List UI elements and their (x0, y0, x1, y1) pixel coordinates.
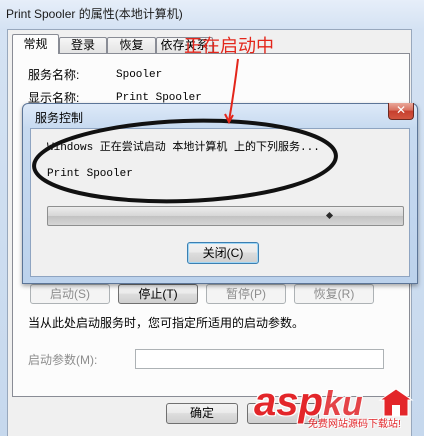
resume-service-button[interactable]: 恢复(R) (294, 284, 374, 304)
start-params-label: 启动参数(M): (28, 353, 98, 367)
close-icon[interactable]: ✕ (388, 103, 414, 120)
service-control-title: 服务控制 (35, 111, 84, 125)
tab-logon[interactable]: 登录 (59, 37, 107, 54)
watermark-logo-icon (378, 388, 414, 417)
annotation-text: 正在启动中 (184, 36, 274, 56)
pause-service-button[interactable]: 暂停(P) (206, 284, 286, 304)
service-control-message: Windows 正在尝试启动 本地计算机 上的下列服务... (47, 142, 320, 154)
watermark: aspku 免费网站源码下载站! (252, 381, 422, 433)
tab-recovery[interactable]: 恢复 (107, 37, 156, 54)
stop-service-button[interactable]: 停止(T) (118, 284, 198, 304)
tab-general[interactable]: 常规 (12, 34, 59, 54)
start-params-hint: 当从此处启动服务时，您可指定所适用的启动参数。 (28, 316, 305, 330)
diamond-icon (325, 211, 334, 220)
close-button[interactable]: 关闭(C) (187, 242, 259, 264)
service-control-client: Windows 正在尝试启动 本地计算机 上的下列服务... Print Spo… (30, 128, 410, 277)
watermark-brand-main: asp (254, 380, 323, 424)
service-control-dialog: 服务控制 ✕ Windows 正在尝试启动 本地计算机 上的下列服务... Pr… (22, 103, 418, 284)
watermark-tagline: 免费网站源码下载站! (308, 419, 401, 430)
service-name-value: Spooler (116, 69, 163, 81)
service-name-label: 服务名称: (28, 68, 80, 82)
ok-button[interactable]: 确定 (166, 403, 238, 424)
start-params-input[interactable] (135, 349, 384, 369)
properties-window-title: Print Spooler 的属性(本地计算机) (6, 7, 183, 21)
progress-bar (47, 206, 404, 226)
screen: Print Spooler 的属性(本地计算机) 常规 登录 恢复 依存关系 服… (0, 0, 424, 436)
start-service-button[interactable]: 启动(S) (30, 284, 110, 304)
watermark-brand-accent: ku (322, 385, 363, 423)
service-control-service-name: Print Spooler (47, 168, 133, 180)
